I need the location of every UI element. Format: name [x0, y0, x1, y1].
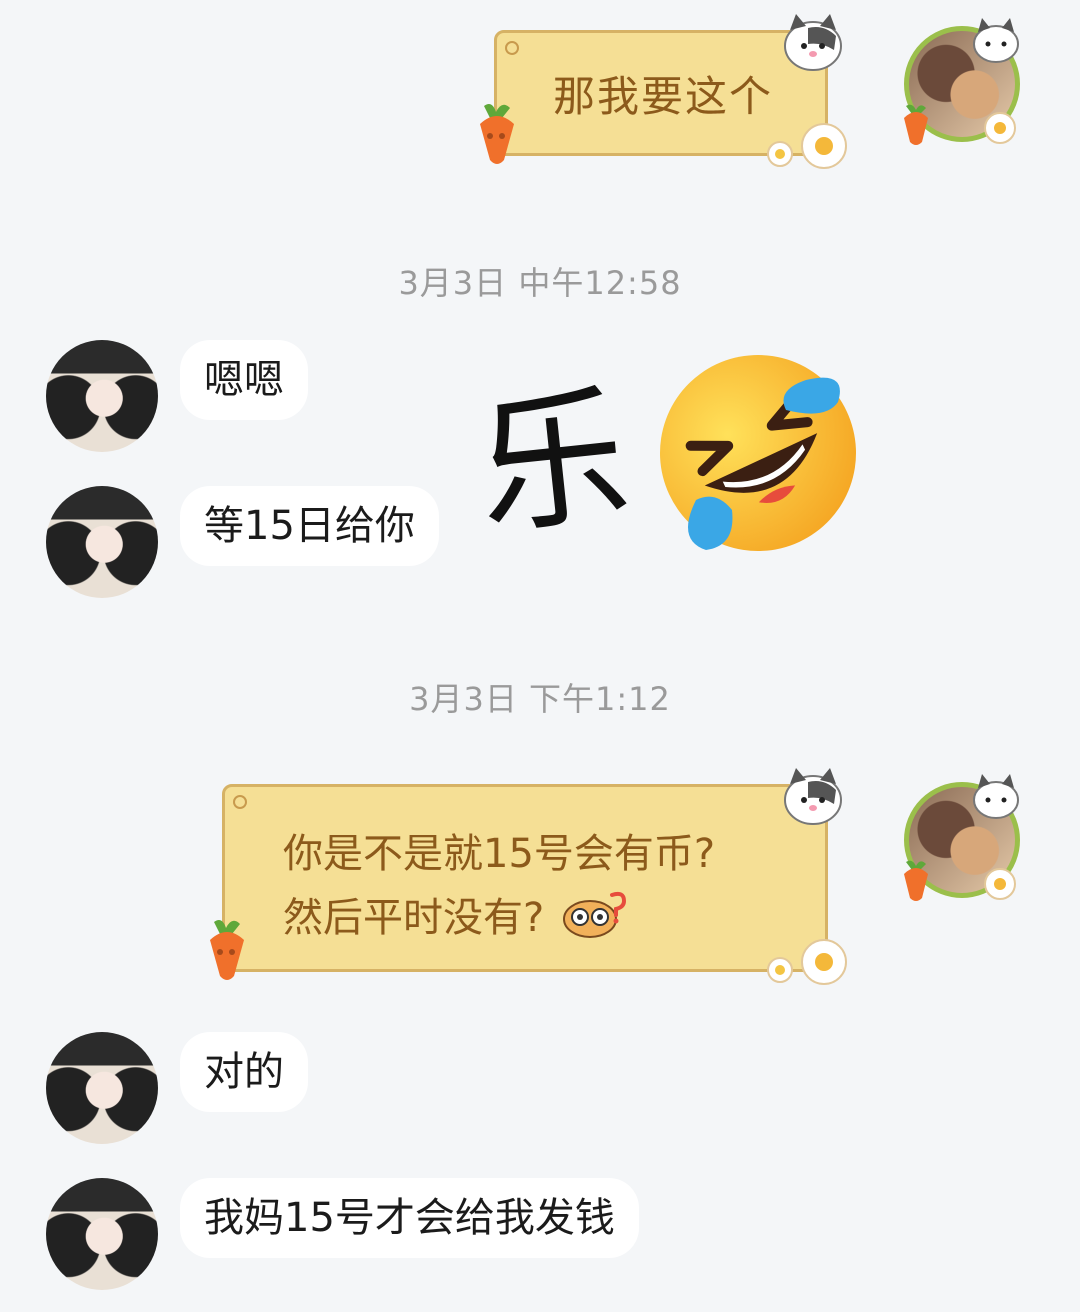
- message-text-line: 你是不是就15号会有币?: [283, 831, 716, 877]
- cat-icon: [973, 18, 1019, 63]
- carrot-icon: [210, 920, 244, 980]
- carrot-icon: [904, 104, 928, 145]
- avatar-her[interactable]: [46, 1032, 158, 1144]
- egg-icon: [984, 112, 1016, 144]
- avatar-her[interactable]: [46, 486, 158, 598]
- egg-icon: [767, 939, 847, 985]
- egg-icon: [767, 123, 847, 169]
- timestamp: 3月3日 中午12:58: [398, 264, 682, 302]
- cat-icon: [784, 14, 842, 71]
- avatar-me[interactable]: [896, 18, 1028, 150]
- avatar-her[interactable]: [46, 340, 158, 452]
- incoming-message-bubble[interactable]: 嗯嗯: [180, 340, 308, 420]
- question-owl-icon: [563, 891, 627, 938]
- incoming-message-bubble[interactable]: 我妈15号才会给我发钱: [180, 1178, 639, 1258]
- carrot-icon: [904, 860, 928, 901]
- timestamp: 3月3日 下午1:12: [409, 680, 671, 718]
- sticker-handwritten-text[interactable]: 乐: [469, 369, 636, 558]
- avatar-me[interactable]: [896, 774, 1028, 906]
- message-text-line: 然后平时没有?: [283, 895, 545, 941]
- laughing-crying-emoji[interactable]: [656, 350, 860, 556]
- pin-icon: [233, 795, 247, 809]
- pin-icon: [505, 41, 519, 55]
- message-text: 那我要这个: [553, 72, 774, 121]
- carrot-icon: [480, 104, 514, 164]
- outgoing-message-bubble[interactable]: 你是不是就15号会有币? 然后平时没有?: [222, 784, 828, 972]
- egg-icon: [984, 868, 1016, 900]
- incoming-message-bubble[interactable]: 等15日给你: [180, 486, 439, 566]
- incoming-message-bubble[interactable]: 对的: [180, 1032, 308, 1112]
- avatar-her[interactable]: [46, 1178, 158, 1290]
- cat-icon: [784, 768, 842, 825]
- cat-icon: [973, 774, 1019, 819]
